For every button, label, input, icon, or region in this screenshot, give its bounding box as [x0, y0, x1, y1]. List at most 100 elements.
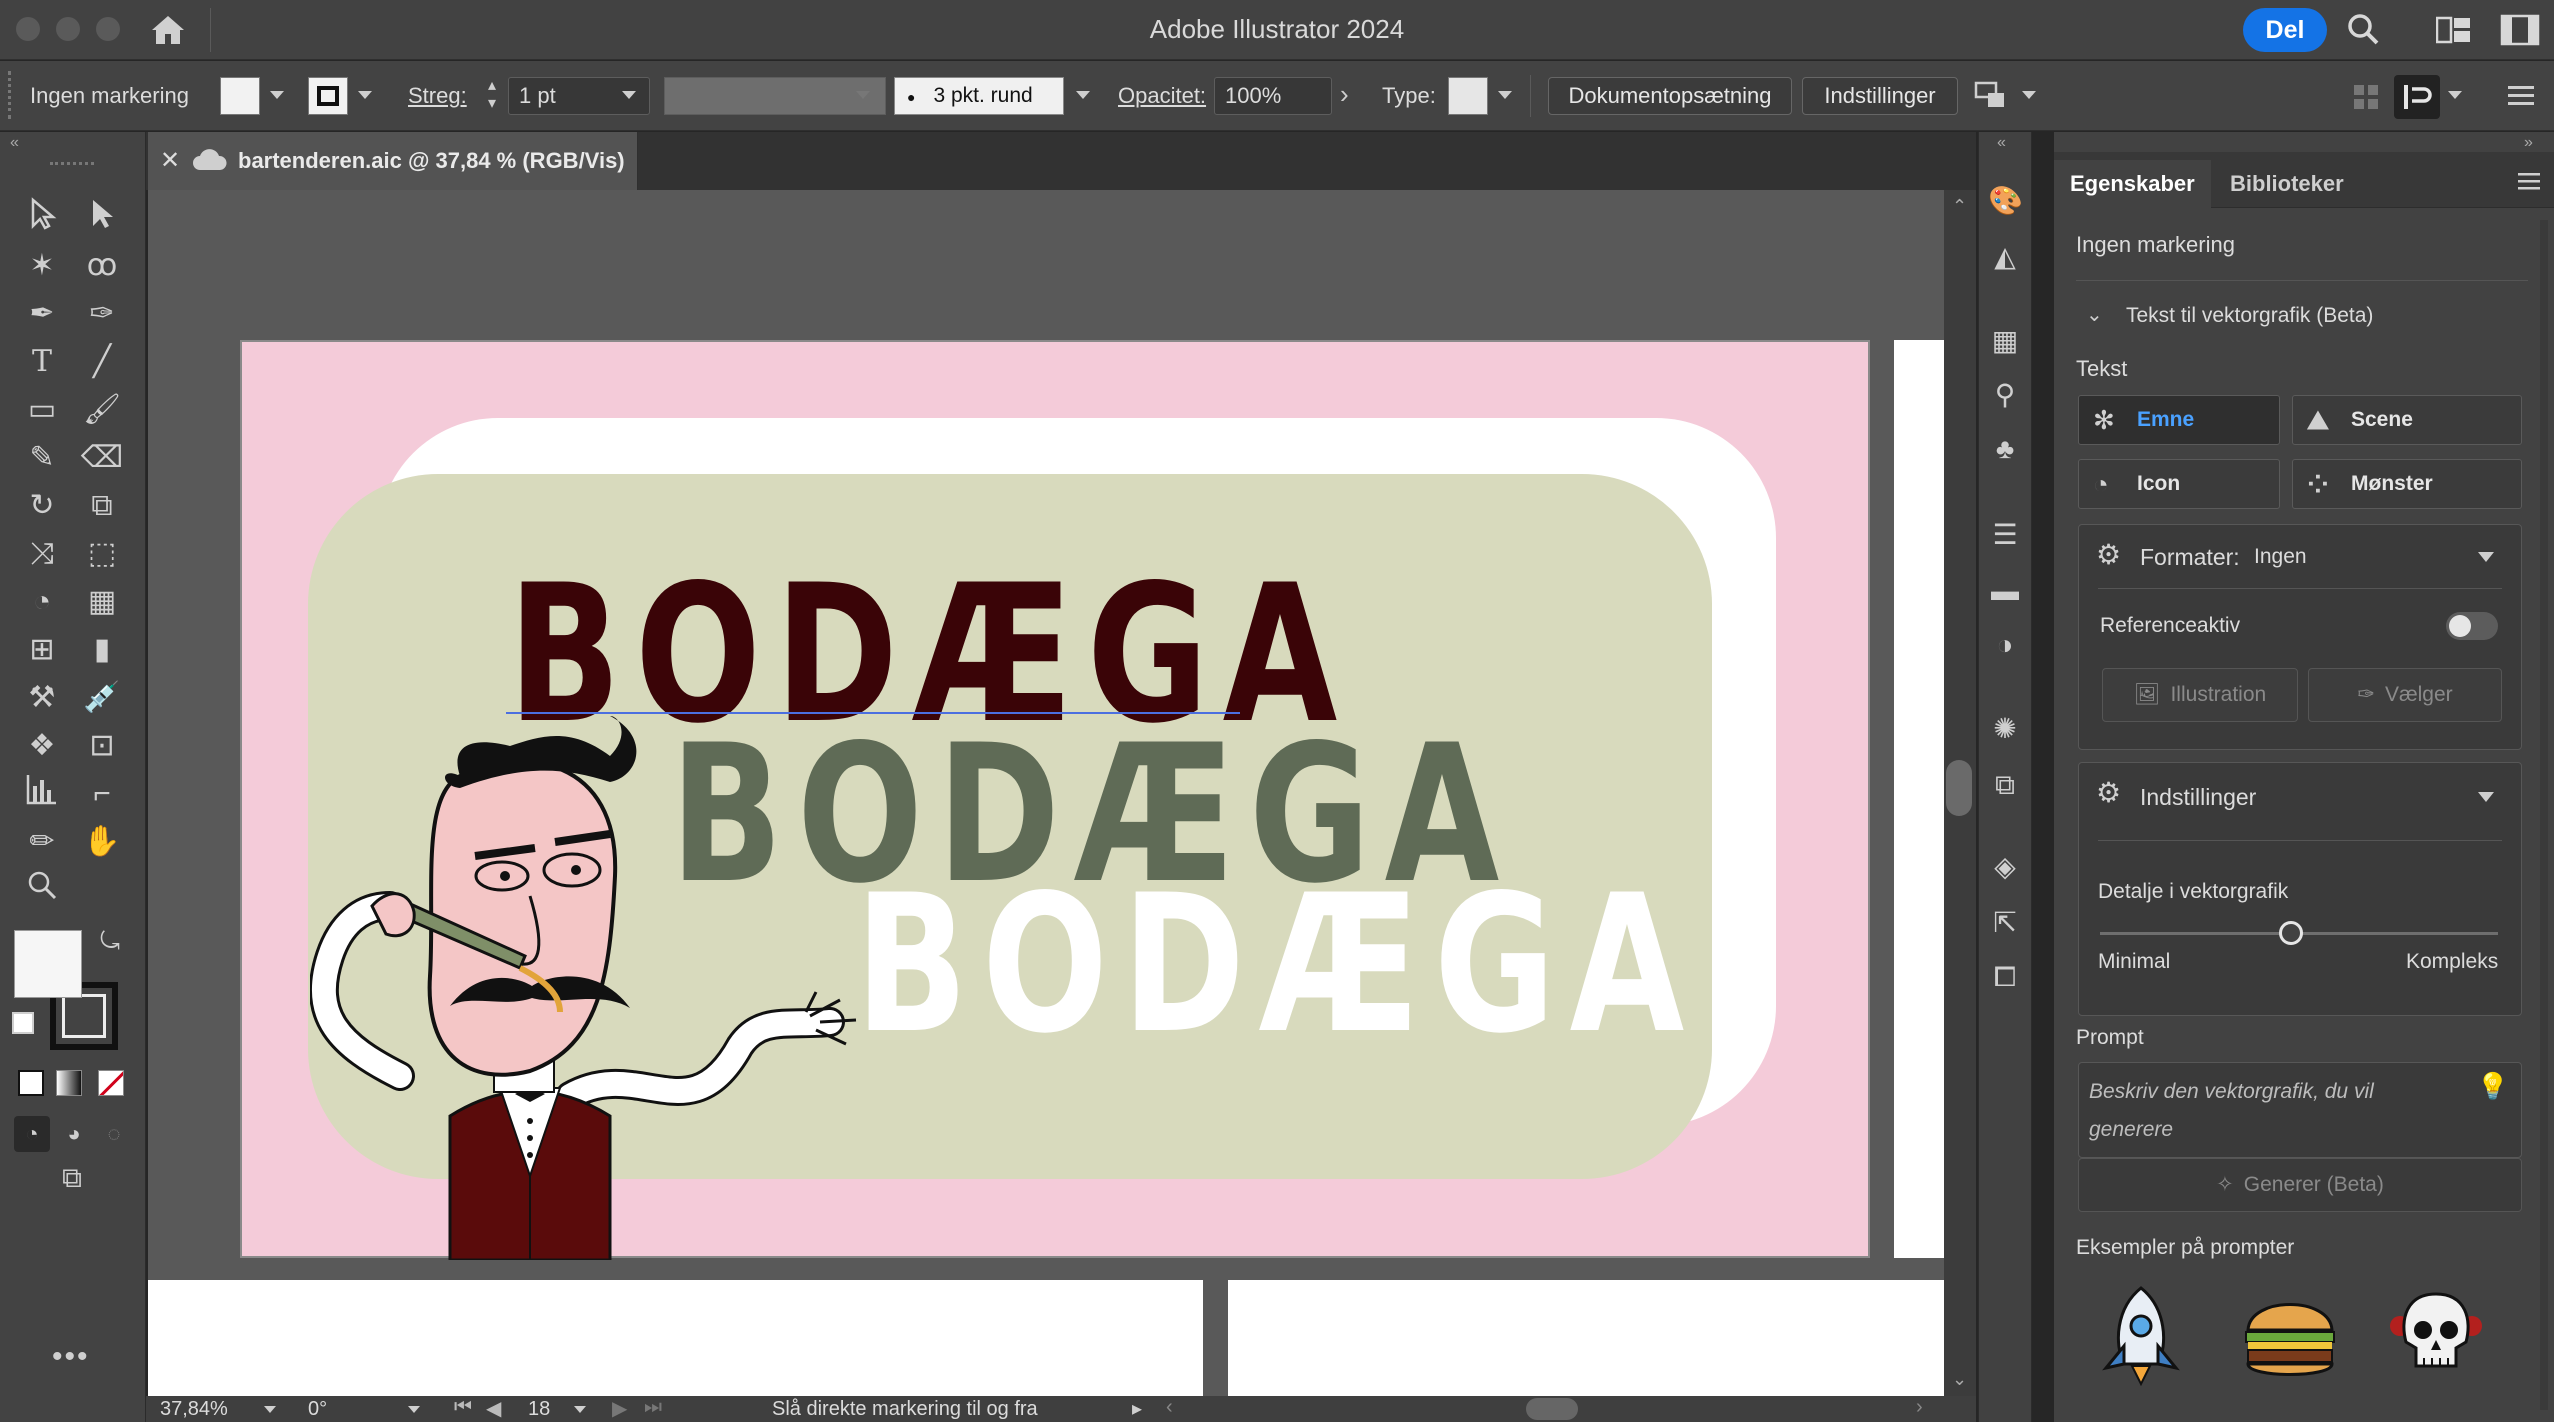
lightbulb-icon[interactable]: 💡 [2477, 1071, 2509, 1102]
stroke-stepper[interactable]: ▴ ▾ [480, 77, 504, 115]
swap-fill-stroke-icon[interactable]: ⤿ [100, 928, 120, 956]
preferences-button[interactable]: Indstillinger [1802, 77, 1958, 115]
collapse-toolbar-icon[interactable]: « [10, 134, 19, 152]
mesh-tool-icon[interactable]: ⊞ [20, 628, 64, 672]
zoom-tool-icon[interactable] [20, 868, 64, 912]
scroll-down-icon[interactable]: ⌄ [1952, 1369, 1967, 1390]
artboards-panel-icon[interactable]: ⧠ [1988, 960, 2022, 994]
document-setup-button[interactable]: Dokumentopsætning [1548, 77, 1792, 115]
symbols-icon[interactable]: ♣ [1988, 432, 2022, 466]
draw-normal-icon[interactable]: ◔ [14, 1116, 50, 1152]
reference-toggle[interactable] [2446, 612, 2498, 640]
detail-slider-handle[interactable] [2279, 921, 2304, 945]
curvature-tool-icon[interactable]: ✑ [80, 292, 124, 336]
selection-tool-icon[interactable] [20, 196, 64, 240]
type-tool-icon[interactable]: T [20, 340, 64, 384]
first-artboard-icon[interactable]: ⏮ [454, 1396, 472, 1419]
free-transform-tool-icon[interactable]: ⬚ [80, 532, 124, 576]
shape-builder-tool-icon[interactable]: ◔ [20, 580, 64, 624]
opacity-expand-icon[interactable]: › [1340, 79, 1349, 110]
eraser-tool-icon[interactable]: ⌫ [80, 436, 124, 480]
screen-mode-icon[interactable]: ⧉ [50, 1162, 94, 1198]
tab-libraries[interactable]: Biblioteker [2214, 160, 2360, 208]
generate-button[interactable]: ✧ Generer (Beta) [2078, 1158, 2522, 1212]
artboard-bottom-right-preview[interactable] [1228, 1280, 1944, 1400]
brush-dropdown-icon[interactable] [1076, 91, 1090, 99]
gradient-panel-icon[interactable]: ▬ [1988, 574, 2022, 608]
arrange-documents-icon[interactable] [2436, 16, 2472, 44]
brush-definition-field[interactable]: ● 3 pkt. rund [894, 77, 1064, 115]
zoom-level[interactable]: 37,84% [160, 1398, 228, 1421]
last-artboard-icon[interactable]: ⏭ [644, 1396, 662, 1419]
artboard-number[interactable]: 18 [528, 1398, 550, 1421]
search-icon[interactable] [2346, 12, 2380, 46]
pen-tool-icon[interactable]: ✒ [20, 292, 64, 336]
settings-label[interactable]: Indstillinger [2140, 784, 2256, 811]
line-tool-icon[interactable]: ╱ [80, 340, 124, 384]
type-swatch[interactable] [1448, 77, 1488, 115]
paintbrush-tool-icon[interactable]: 🖌 [80, 388, 124, 432]
artboard-tool-icon[interactable]: ⊡ [80, 724, 124, 768]
stroke-panel-icon[interactable]: ☰ [1988, 518, 2022, 552]
lasso-tool-icon[interactable]: ꝏ [80, 244, 124, 288]
fill-dropdown-icon[interactable] [270, 91, 284, 99]
document-tab[interactable]: ✕ bartenderen.aic @ 37,84 % (RGB/Vis) [148, 132, 638, 190]
export-assets-icon[interactable]: ⇱ [1988, 906, 2022, 940]
profile-dropdown-icon[interactable] [856, 91, 870, 99]
color-mode-icon[interactable] [18, 1070, 44, 1096]
expand-panels-icon[interactable]: « [1997, 134, 2006, 152]
color-guide-icon[interactable]: 🎨 [1988, 184, 2023, 218]
brushes-icon[interactable]: ⚲ [1988, 378, 2022, 412]
control-bar-grip[interactable] [8, 71, 14, 119]
gradient-tool-icon[interactable]: ▮ [80, 628, 124, 672]
edit-toolbar-pencil-icon[interactable]: ✏ [20, 820, 64, 864]
close-tab-icon[interactable]: ✕ [160, 146, 180, 175]
toolbar-grip[interactable] [50, 162, 94, 168]
fill-color-indicator[interactable] [14, 930, 82, 998]
burger-icon[interactable] [2240, 1290, 2340, 1382]
vertical-scroll-thumb[interactable] [1946, 760, 1972, 816]
controlbar-menu-icon[interactable] [2506, 81, 2536, 111]
properties-scrollbar[interactable] [2540, 220, 2548, 1410]
direct-selection-tool-icon[interactable] [80, 196, 124, 240]
opacity-label[interactable]: Opacitet: [1118, 83, 1206, 109]
share-button[interactable]: Del [2243, 8, 2327, 52]
slice-tool-icon[interactable]: ⌐ [80, 772, 124, 816]
rocket-icon[interactable] [2096, 1284, 2186, 1386]
stroke-label[interactable]: Streg: [408, 83, 467, 109]
draw-behind-icon[interactable]: ◕ [56, 1116, 92, 1152]
artboard-dropdown-icon[interactable] [574, 1406, 586, 1413]
horizontal-scroll-thumb[interactable] [1526, 1398, 1578, 1420]
previous-artboard-icon[interactable]: ◀ [486, 1396, 501, 1421]
status-menu-icon[interactable]: ▸ [1132, 1396, 1142, 1421]
symbol-sprayer-tool-icon[interactable]: ❖ [20, 724, 64, 768]
magic-wand-tool-icon[interactable]: ✶ [20, 244, 64, 288]
draw-inside-icon[interactable]: ◌ [96, 1116, 132, 1152]
blend-tool-icon[interactable]: ⚒ [20, 676, 64, 720]
collapse-panel-icon[interactable]: » [2524, 134, 2533, 152]
perspective-grid-tool-icon[interactable]: ▦ [80, 580, 124, 624]
type-subject-button[interactable]: ✻ Emne [2078, 395, 2280, 445]
color-swatch-icon[interactable]: ◭ [1988, 240, 2022, 274]
swatches-icon[interactable]: ▦ [1988, 324, 2022, 358]
column-graph-tool-icon[interactable] [20, 772, 64, 816]
edit-toolbar-more-icon[interactable]: ••• [52, 1340, 90, 1374]
stroke-dropdown-icon[interactable] [358, 91, 372, 99]
type-pattern-button[interactable]: ⁘ Mønster [2292, 459, 2522, 509]
prompt-textarea[interactable]: Beskriv den vektorgrafik, du vil generer… [2078, 1062, 2522, 1158]
settings-dropdown-icon[interactable] [2478, 792, 2494, 802]
default-fill-stroke-icon[interactable] [12, 1012, 34, 1034]
width-tool-icon[interactable]: ⤨ [20, 532, 64, 576]
grid-icon[interactable] [2352, 83, 2380, 111]
bartender-illustration[interactable] [310, 716, 870, 1260]
transparency-panel-icon[interactable]: ◑ [1988, 628, 2022, 662]
none-mode-icon[interactable] [98, 1070, 124, 1096]
align-icon[interactable] [1974, 79, 2010, 113]
stroke-swatch[interactable] [308, 77, 348, 115]
gradient-mode-icon[interactable] [56, 1070, 82, 1096]
rotation-value[interactable]: 0° [308, 1398, 327, 1421]
panel-toggle-dropdown-icon[interactable] [2448, 91, 2462, 99]
scale-tool-icon[interactable]: ⧉ [80, 484, 124, 528]
tab-properties[interactable]: Egenskaber [2054, 160, 2211, 208]
rectangle-tool-icon[interactable]: ▭ [20, 388, 64, 432]
